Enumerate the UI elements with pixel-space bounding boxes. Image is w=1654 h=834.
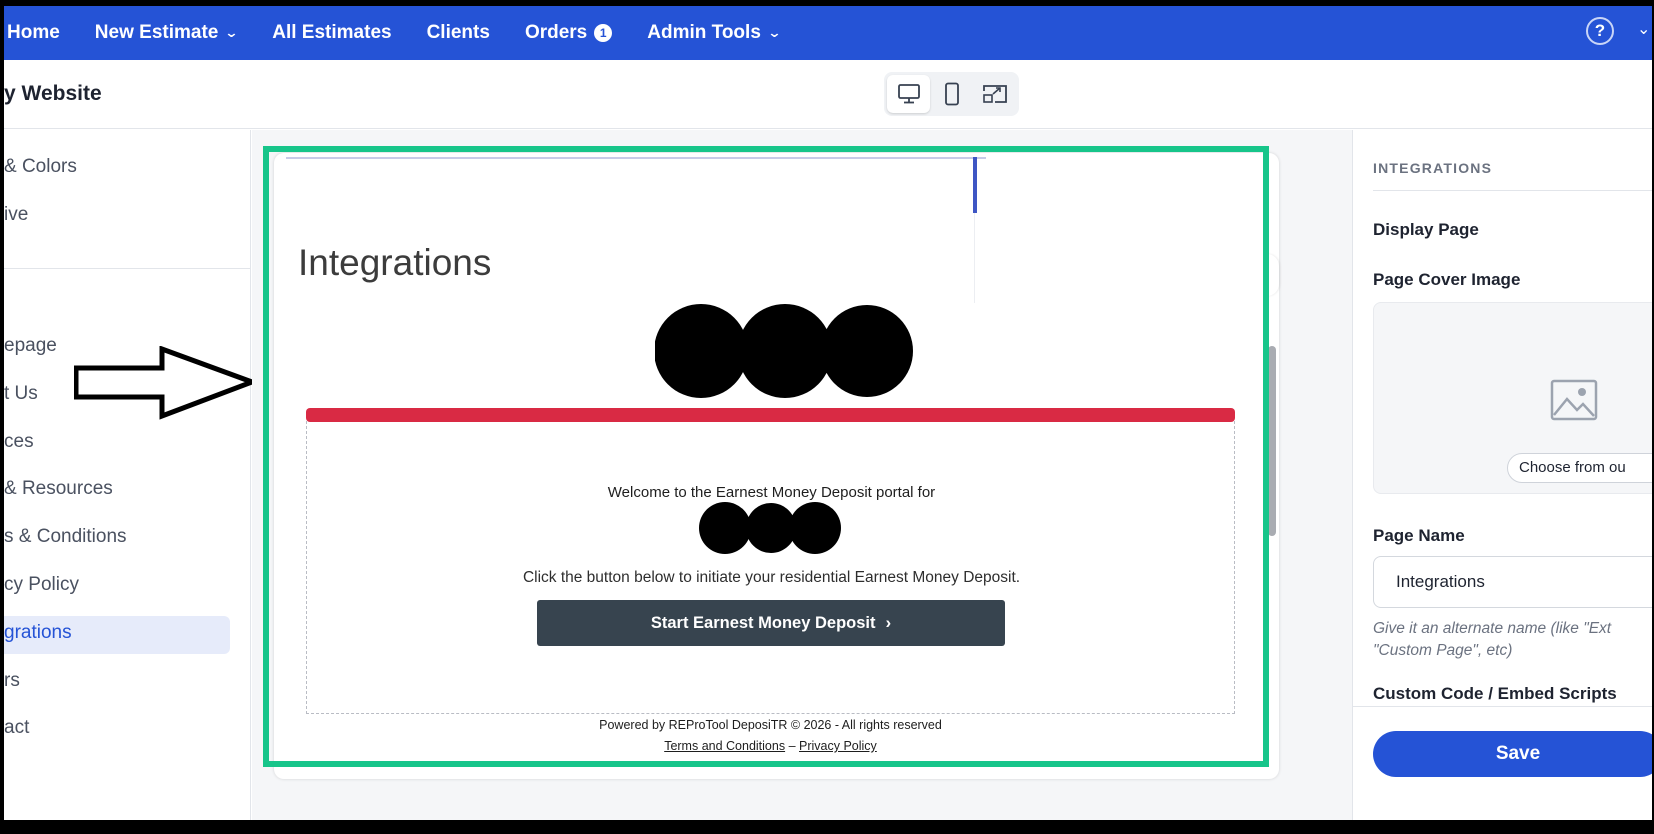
nav-home[interactable]: Home: [7, 22, 60, 44]
welcome-text: Welcome to the Earnest Money Deposit por…: [607, 484, 936, 501]
preview-divider: [974, 213, 975, 303]
settings-panel: INTEGRATIONS Display Page Page Cover Ima…: [1352, 130, 1652, 820]
footer-separator: –: [788, 739, 796, 753]
sidebar-item-live[interactable]: ive: [4, 204, 28, 226]
user-menu-chevron-icon[interactable]: ⌄: [1637, 19, 1650, 39]
chevron-down-icon: ⌄: [767, 25, 782, 40]
sidebar-item-privacy[interactable]: cy Policy: [4, 574, 79, 596]
mobile-view-button[interactable]: [930, 75, 973, 113]
image-placeholder-icon: [1550, 379, 1598, 421]
sidebar-item-contact[interactable]: act: [4, 717, 29, 739]
canvas-resize-handle[interactable]: [1267, 254, 1279, 296]
nav-all-estimates-label: All Estimates: [272, 22, 392, 43]
sidebar-item-about-us[interactable]: t Us: [4, 383, 38, 405]
preview-footer-text: Powered by REProTool DeposiTR © 2026 - A…: [599, 718, 942, 732]
settings-section-title: INTEGRATIONS: [1373, 160, 1493, 176]
nav-admin-tools-label: Admin Tools: [647, 22, 761, 43]
mobile-icon: [944, 82, 959, 106]
nav-clients-label: Clients: [426, 22, 490, 43]
accent-bar: [306, 408, 1235, 422]
cover-image-label: Page Cover Image: [1373, 270, 1521, 289]
preview-marker: [973, 157, 977, 213]
save-button[interactable]: Save: [1373, 731, 1652, 777]
chevron-down-icon: ⌄: [224, 25, 239, 40]
nav-orders[interactable]: Orders 1: [524, 22, 613, 44]
sidebar-item-homepage[interactable]: epage: [4, 335, 57, 357]
desktop-icon: [897, 84, 920, 104]
nav-all-estimates[interactable]: All Estimates: [272, 22, 391, 44]
terms-link[interactable]: Terms and Conditions: [664, 739, 785, 753]
page-title: y Website: [4, 82, 102, 105]
help-button[interactable]: ?: [1586, 17, 1614, 45]
editor-header: y Website: [4, 60, 1652, 129]
sidebar-item-resources[interactable]: & Resources: [4, 478, 113, 500]
cover-image-dropzone[interactable]: Choose from ou: [1373, 302, 1652, 494]
chevron-right-icon: ›: [885, 613, 892, 632]
preview-footer-links: Terms and Conditions – Privacy Policy: [274, 739, 1267, 753]
sidebar-divider: [4, 268, 251, 269]
redacted-company-name-icon: [699, 502, 841, 554]
preview-top-border: [286, 157, 986, 159]
top-navigation: Home New Estimate ⌄ All Estimates Client…: [4, 6, 1652, 60]
nav-new-estimate-label: New Estimate: [94, 22, 219, 43]
preview-scrollbar[interactable]: [1268, 346, 1276, 536]
nav-new-estimate[interactable]: New Estimate ⌄: [94, 22, 239, 44]
page-name-label: Page Name: [1373, 526, 1465, 545]
nav-admin-tools[interactable]: Admin Tools ⌄: [647, 22, 782, 44]
choose-image-button[interactable]: Choose from ou: [1507, 453, 1652, 483]
display-page-label: Display Page: [1373, 220, 1479, 239]
page-name-input[interactable]: Integrations: [1373, 556, 1652, 608]
pages-sidebar: & Colors ive epage t Us ces & Resources …: [4, 130, 251, 820]
start-deposit-button-label: Start Earnest Money Deposit: [650, 613, 876, 632]
sidebar-item-integrations[interactable]: grations: [4, 622, 72, 644]
orders-count-badge: 1: [594, 24, 613, 42]
sidebar-item-services[interactable]: ces: [4, 431, 34, 453]
fullscreen-icon: [982, 85, 1007, 103]
fullscreen-view-button[interactable]: [973, 75, 1016, 113]
sidebar-item-fonts-colors[interactable]: & Colors: [4, 156, 77, 178]
redacted-logo-icon: [655, 304, 913, 398]
page-name-help-text: Give it an alternate name (like "Ext "Cu…: [1373, 620, 1612, 659]
desktop-view-button[interactable]: [887, 75, 930, 113]
preview-page-heading: Integrations: [298, 242, 492, 283]
instruction-text: Click the button below to initiate your …: [522, 569, 1021, 586]
preview-canvas: Integrations Welcome to the Earnest Mone…: [252, 130, 1352, 820]
privacy-link[interactable]: Privacy Policy: [799, 739, 877, 753]
sidebar-item-others[interactable]: rs: [4, 670, 20, 692]
sidebar-item-terms[interactable]: s & Conditions: [4, 526, 127, 548]
nav-home-label: Home: [7, 22, 60, 43]
nav-orders-label: Orders: [524, 22, 588, 43]
settings-divider: [1373, 190, 1652, 191]
page-preview: Integrations Welcome to the Earnest Mone…: [274, 153, 1279, 779]
nav-clients[interactable]: Clients: [427, 22, 490, 44]
app-window: Home New Estimate ⌄ All Estimates Client…: [4, 6, 1652, 820]
annotation-arrow-icon: [74, 346, 256, 420]
device-preview-toggle: [884, 72, 1019, 116]
custom-code-label: Custom Code / Embed Scripts: [1373, 684, 1617, 703]
settings-footer-divider: [1353, 706, 1652, 707]
start-deposit-button[interactable]: Start Earnest Money Deposit ›: [537, 600, 1005, 646]
deposit-content-box: Welcome to the Earnest Money Deposit por…: [306, 421, 1235, 714]
